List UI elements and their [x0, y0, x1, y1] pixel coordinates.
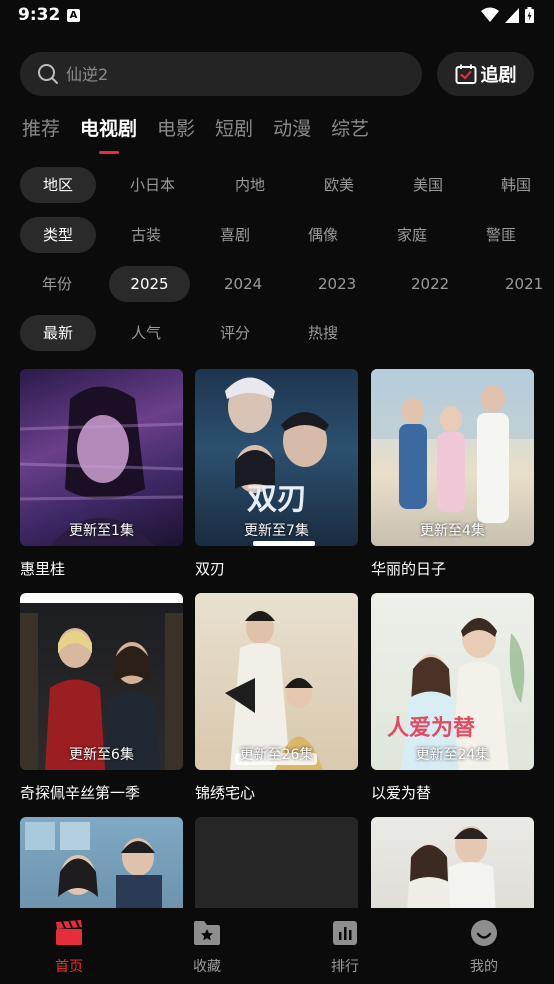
sort-popular[interactable]: 人气	[131, 315, 161, 351]
show-poster: 更新至6集	[20, 593, 183, 770]
genre-filter-row: 类型 古装 喜剧 偶像 家庭 警匪	[20, 217, 554, 253]
follow-drama-label: 追剧	[480, 65, 517, 86]
search-input[interactable]	[66, 52, 396, 96]
episode-badge: 更新至6集	[69, 747, 134, 763]
bar-chart-icon	[333, 921, 357, 945]
nav-profile[interactable]: 我的	[444, 918, 524, 976]
filter-genre-police[interactable]: 警匪	[486, 217, 516, 253]
region-filter-row: 地区 小日本 内地 欧美 美国 韩国	[20, 167, 554, 203]
year-filter-row: 年份 2025 2024 2023 2022 2021	[20, 266, 554, 302]
clapperboard-icon	[56, 920, 82, 945]
tab-recommend[interactable]: 推荐	[22, 114, 60, 148]
tab-anime[interactable]: 动漫	[273, 114, 311, 148]
svg-text:人爱为替: 人爱为替	[387, 716, 475, 741]
bottom-navigation: 首页 收藏 排行 我的	[0, 908, 554, 984]
episode-badge: 更新至24集	[415, 747, 490, 763]
battery-icon	[525, 7, 534, 23]
filter-region-label[interactable]: 地区	[20, 167, 96, 203]
filter-genre-idol[interactable]: 偶像	[308, 217, 338, 253]
show-title: 奇探佩辛丝第一季	[20, 784, 141, 802]
show-poster: 更新至26集	[195, 593, 358, 770]
tab-variety[interactable]: 综艺	[331, 114, 369, 148]
tab-movies[interactable]: 电影	[157, 114, 195, 148]
show-title: 双刃	[195, 560, 226, 578]
nav-home-label: 首页	[55, 959, 83, 975]
show-poster: 双刃 更新至7集	[195, 369, 358, 546]
follow-drama-button[interactable]: 追剧	[437, 52, 534, 96]
status-time: 9:32	[18, 5, 61, 25]
show-card[interactable]: 更新至4集 华丽的日子	[371, 369, 534, 579]
show-title: 锦绣宅心	[195, 784, 256, 802]
nav-home[interactable]: 首页	[29, 918, 109, 976]
sort-filter-row: 最新 人气 评分 热搜	[20, 315, 554, 351]
smiley-icon	[471, 920, 497, 946]
wifi-icon	[481, 7, 499, 22]
status-bar: 9:32 A	[0, 0, 554, 34]
filter-year-label[interactable]: 年份	[42, 266, 72, 302]
show-card[interactable]: 更新至6集 奇探佩辛丝第一季	[20, 593, 183, 803]
search-bar[interactable]	[20, 52, 422, 96]
show-card[interactable]: 双刃 更新至7集 双刃	[195, 369, 358, 579]
status-icons	[481, 7, 534, 23]
show-title: 以爱为替	[371, 784, 432, 802]
filter-region-west[interactable]: 欧美	[324, 167, 354, 203]
filter-region-japan[interactable]: 小日本	[130, 167, 175, 203]
tab-short-drama[interactable]: 短剧	[215, 114, 253, 148]
nav-favorites[interactable]: 收藏	[167, 918, 247, 976]
show-title: 华丽的日子	[371, 560, 447, 578]
nav-favorites-label: 收藏	[193, 959, 221, 975]
nav-profile-label: 我的	[470, 959, 498, 975]
filter-genre-label[interactable]: 类型	[20, 217, 96, 253]
filter-genre-family[interactable]: 家庭	[397, 217, 427, 253]
episode-badge: 更新至4集	[420, 523, 485, 539]
filter-genre-costume[interactable]: 古装	[131, 217, 161, 253]
sort-latest[interactable]: 最新	[20, 315, 96, 351]
show-poster: 更新至1集	[20, 369, 183, 546]
calendar-check-icon	[455, 64, 476, 84]
sort-rating[interactable]: 评分	[220, 315, 250, 351]
filter-year-2024[interactable]: 2024	[224, 266, 262, 302]
app-screen: 9:32 A 追剧 推荐 电视剧 电影 短剧 动漫 综艺 地	[0, 0, 554, 984]
filter-region-mainland[interactable]: 内地	[235, 167, 265, 203]
filter-year-2023[interactable]: 2023	[318, 266, 356, 302]
tab-tv-series[interactable]: 电视剧	[80, 114, 137, 154]
episode-badge: 更新至26集	[239, 747, 314, 763]
filter-genre-comedy[interactable]: 喜剧	[220, 217, 250, 253]
signal-icon	[505, 7, 519, 23]
filter-year-2021[interactable]: 2021	[505, 266, 543, 302]
episode-badge: 更新至7集	[244, 523, 309, 539]
show-card[interactable]: 人爱为替 更新至24集 以爱为替	[371, 593, 534, 803]
search-icon	[38, 64, 58, 84]
active-tab-indicator	[98, 151, 119, 154]
sort-trending[interactable]: 热搜	[308, 315, 338, 351]
show-card[interactable]: 更新至1集 惠里桂	[20, 369, 183, 579]
filter-year-2022[interactable]: 2022	[411, 266, 449, 302]
show-poster: 人爱为替 更新至24集	[371, 593, 534, 770]
show-title: 惠里桂	[20, 560, 66, 578]
filter-region-usa[interactable]: 美国	[413, 167, 443, 203]
filter-region-korea[interactable]: 韩国	[501, 167, 531, 203]
nav-ranking[interactable]: 排行	[305, 918, 385, 976]
svg-text:双刃: 双刃	[247, 482, 307, 517]
episode-badge: 更新至1集	[69, 523, 134, 539]
nav-ranking-label: 排行	[331, 959, 359, 975]
filter-year-2025[interactable]: 2025	[109, 266, 190, 302]
show-card[interactable]: 更新至26集 锦绣宅心	[195, 593, 358, 803]
category-tabs: 推荐 电视剧 电影 短剧 动漫 综艺	[22, 114, 389, 154]
folder-star-icon	[194, 921, 220, 945]
show-poster: 更新至4集	[371, 369, 534, 546]
notification-icon: A	[67, 9, 80, 22]
